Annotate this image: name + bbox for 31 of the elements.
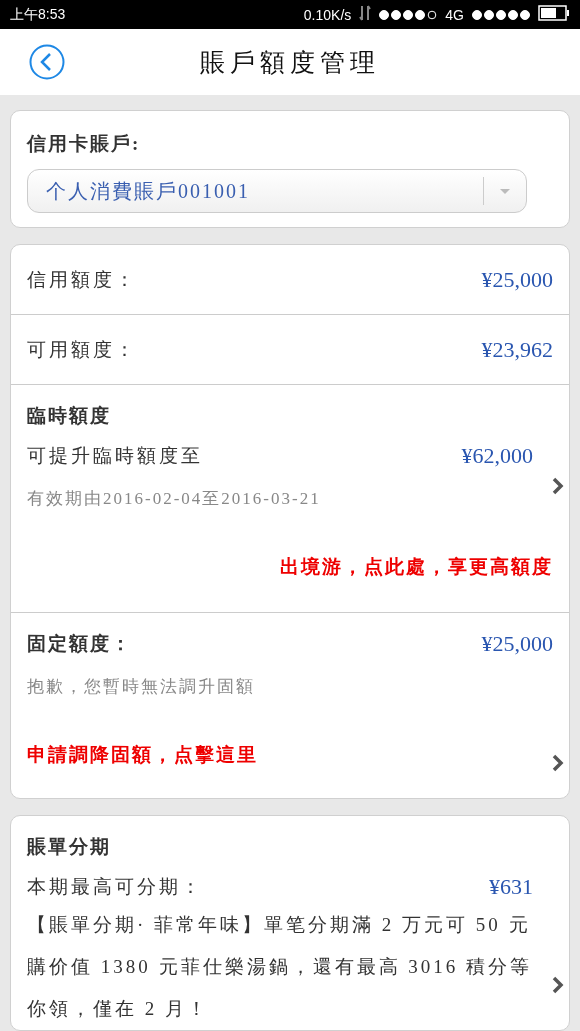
promo-link[interactable]: 出境游，点此處，享更高額度 xyxy=(280,556,553,577)
validity-text: 有效期由2016-02-04至2016-03-21 xyxy=(27,488,322,510)
chevron-right-icon[interactable] xyxy=(552,754,564,772)
back-button[interactable] xyxy=(29,44,65,80)
promo-text: 【賬單分期· 菲常年味】單笔分期滿 2 万元可 50 元購价值 1380 元菲仕樂湯鍋，還有最高 3016 積分等你領，僅在 2 月！ xyxy=(27,913,533,1021)
account-dropdown[interactable]: 个人消費賬戶001001 xyxy=(27,169,527,213)
signal-icon xyxy=(379,9,438,20)
limit-label: 可用額度： xyxy=(27,337,137,362)
chevron-right-icon[interactable] xyxy=(552,477,564,495)
limit-amount: ¥25,000 xyxy=(481,266,553,293)
account-label: 信用卡賬戶: xyxy=(27,132,142,156)
network-speed: 0.10K/s xyxy=(303,6,352,23)
chevron-right-icon[interactable] xyxy=(552,976,564,994)
section-title: 臨時額度 xyxy=(27,404,112,428)
notice-text: 抱歉，您暫時無法調升固額 xyxy=(27,676,256,698)
page-title: 賬戶額度管理 xyxy=(200,47,380,78)
dropdown-caret-icon xyxy=(500,188,510,194)
status-time: 上午8:53 xyxy=(10,5,66,24)
limit-amount: ¥23,962 xyxy=(481,336,553,363)
network-type: 4G xyxy=(445,6,464,23)
fixed-limit-amount: ¥25,000 xyxy=(481,631,553,657)
request-link[interactable]: 申請調降固額，点擊這里 xyxy=(27,744,258,765)
battery-icon xyxy=(538,5,570,24)
installment-amount: ¥631 xyxy=(489,874,533,900)
section-title: 賬單分期 xyxy=(27,835,112,859)
section-title: 固定額度： xyxy=(27,632,132,656)
temp-limit-amount: ¥62,000 xyxy=(461,443,533,469)
temp-limit-label: 可提升臨時額度至 xyxy=(27,444,203,468)
installment-label: 本期最高可分期： xyxy=(27,875,203,899)
signal-icon xyxy=(472,9,530,20)
limit-label: 信用額度： xyxy=(27,267,137,292)
